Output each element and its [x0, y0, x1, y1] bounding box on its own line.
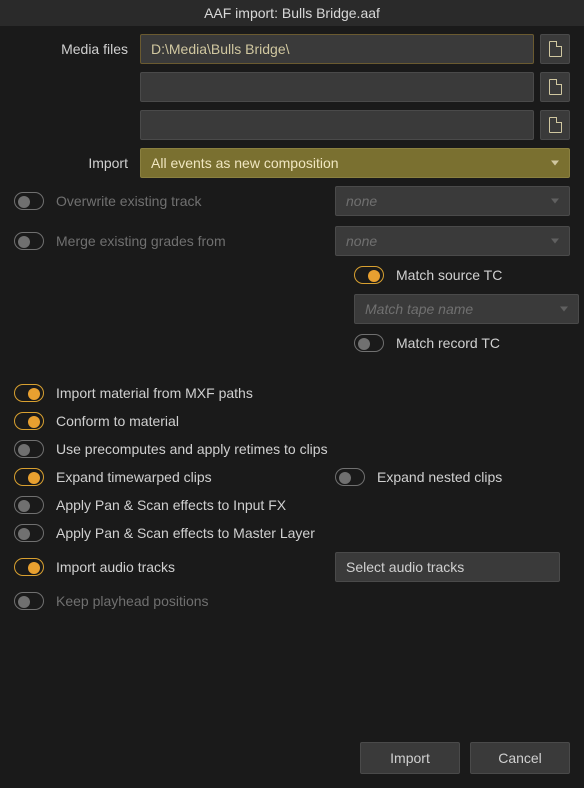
import-label: Import: [14, 155, 140, 171]
expand-timewarped-toggle[interactable]: [14, 468, 44, 486]
import-mode-select[interactable]: All events as new composition: [140, 148, 570, 178]
match-source-tc-toggle[interactable]: [354, 266, 384, 284]
overwrite-track-toggle[interactable]: [14, 192, 44, 210]
import-mxf-toggle[interactable]: [14, 384, 44, 402]
import-button[interactable]: Import: [360, 742, 460, 774]
panscan-input-label: Apply Pan & Scan effects to Input FX: [56, 497, 286, 514]
overwrite-track-label: Overwrite existing track: [56, 193, 201, 210]
match-tape-name-select[interactable]: Match tape name: [354, 294, 579, 324]
aaf-import-dialog: AAF import: Bulls Bridge.aaf Media files: [0, 0, 584, 788]
panscan-master-toggle[interactable]: [14, 524, 44, 542]
file-icon: [549, 41, 562, 57]
overwrite-track-select[interactable]: none: [335, 186, 570, 216]
panscan-input-toggle[interactable]: [14, 496, 44, 514]
window-title: AAF import: Bulls Bridge.aaf: [0, 0, 584, 26]
merge-grades-toggle[interactable]: [14, 232, 44, 250]
merge-grades-label: Merge existing grades from: [56, 233, 226, 250]
media-path-1-input[interactable]: [140, 34, 534, 64]
expand-nested-toggle[interactable]: [335, 468, 365, 486]
cancel-button[interactable]: Cancel: [470, 742, 570, 774]
conform-label: Conform to material: [56, 413, 179, 430]
expand-timewarped-label: Expand timewarped clips: [56, 469, 212, 486]
match-source-tc-label: Match source TC: [396, 267, 502, 284]
browse-path-1-button[interactable]: [540, 34, 570, 64]
file-icon: [549, 117, 562, 133]
match-record-tc-toggle[interactable]: [354, 334, 384, 352]
precomputes-toggle[interactable]: [14, 440, 44, 458]
import-audio-toggle[interactable]: [14, 558, 44, 576]
match-record-tc-label: Match record TC: [396, 335, 500, 352]
expand-nested-label: Expand nested clips: [377, 469, 502, 486]
merge-grades-select[interactable]: none: [335, 226, 570, 256]
file-icon: [549, 79, 562, 95]
button-bar: Import Cancel: [14, 742, 570, 774]
browse-path-2-button[interactable]: [540, 72, 570, 102]
import-mxf-label: Import material from MXF paths: [56, 385, 253, 402]
conform-toggle[interactable]: [14, 412, 44, 430]
import-audio-label: Import audio tracks: [56, 559, 175, 576]
media-path-3-input[interactable]: [140, 110, 534, 140]
media-path-2-input[interactable]: [140, 72, 534, 102]
browse-path-3-button[interactable]: [540, 110, 570, 140]
select-audio-tracks-button[interactable]: Select audio tracks: [335, 552, 560, 582]
precomputes-label: Use precomputes and apply retimes to cli…: [56, 441, 328, 458]
media-files-label: Media files: [14, 41, 140, 57]
keep-playhead-label: Keep playhead positions: [56, 593, 209, 610]
dialog-content: Media files: [0, 26, 584, 788]
keep-playhead-toggle[interactable]: [14, 592, 44, 610]
panscan-master-label: Apply Pan & Scan effects to Master Layer: [56, 525, 315, 542]
